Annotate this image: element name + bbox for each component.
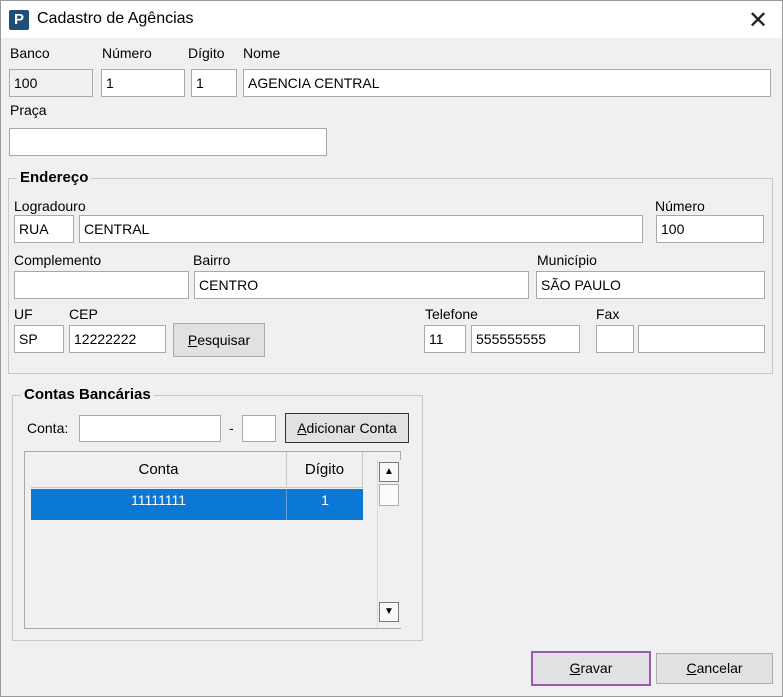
table-row[interactable]: 11111111 1 — [31, 489, 363, 520]
app-logo-icon: P — [9, 10, 29, 30]
municipio-label: Município — [537, 252, 597, 268]
nome-label: Nome — [243, 45, 281, 61]
telefone-ddd-field[interactable]: 11 — [424, 325, 466, 353]
close-icon[interactable]: ✕ — [739, 4, 777, 36]
numero-label: Número — [102, 45, 152, 61]
numero-field[interactable]: 1 — [101, 69, 185, 97]
digito-field[interactable]: 1 — [191, 69, 237, 97]
cep-label: CEP — [69, 306, 98, 322]
municipio-field[interactable]: SÃO PAULO — [536, 271, 765, 299]
window-title: Cadastro de Agências — [37, 10, 194, 27]
conta-field[interactable] — [79, 415, 221, 442]
end-numero-field[interactable]: 100 — [656, 215, 764, 243]
conta-dash: - — [229, 420, 234, 436]
scroll-thumb[interactable] — [379, 484, 399, 506]
cadastro-agencias-window: P Cadastro de Agências ✕ Banco Número Dí… — [0, 0, 783, 697]
pesquisar-button[interactable]: Pesquisar — [173, 323, 265, 357]
adicionar-conta-button[interactable]: Adicionar Conta — [285, 413, 409, 443]
uf-label: UF — [14, 306, 33, 322]
fax-field[interactable] — [638, 325, 765, 353]
conta-label: Conta: — [27, 420, 69, 436]
end-numero-label: Número — [655, 198, 705, 214]
uf-field[interactable]: SP — [14, 325, 64, 353]
bairro-field[interactable]: CENTRO — [194, 271, 529, 299]
grid-header-conta[interactable]: Conta — [31, 452, 287, 488]
cell-conta: 11111111 — [31, 489, 287, 520]
scroll-down-icon[interactable]: ▼ — [379, 602, 399, 622]
conta-digito-field[interactable] — [242, 415, 276, 442]
complemento-label: Complemento — [14, 252, 102, 268]
endereco-group-title: Endereço — [17, 169, 92, 186]
bairro-label: Bairro — [193, 252, 231, 268]
complemento-field[interactable] — [14, 271, 189, 299]
banco-field: 100 — [9, 69, 93, 97]
gravar-button[interactable]: Gravar — [531, 651, 651, 686]
logradouro-field[interactable]: CENTRAL — [79, 215, 643, 243]
praca-label: Praça — [10, 102, 47, 118]
telefone-label: Telefone — [425, 306, 478, 322]
contas-grid[interactable]: Conta Dígito 11111111 1 ▲ ▼ — [24, 451, 402, 629]
cancelar-button[interactable]: Cancelar — [656, 653, 773, 684]
nome-field[interactable]: AGENCIA CENTRAL — [243, 69, 771, 97]
scroll-up-icon[interactable]: ▲ — [379, 462, 399, 482]
logradouro-label: Logradouro — [14, 198, 86, 214]
grid-header-digito[interactable]: Dígito — [287, 452, 363, 488]
fax-ddd-field[interactable] — [596, 325, 634, 353]
contas-bancarias-group-title: Contas Bancárias — [21, 386, 154, 403]
grid-scrollbar[interactable]: ▲ ▼ — [377, 460, 402, 628]
digito-label: Dígito — [188, 45, 225, 61]
praca-field[interactable] — [9, 128, 327, 156]
cep-field[interactable]: 12222222 — [69, 325, 166, 353]
title-bar: P Cadastro de Agências ✕ — [1, 1, 782, 38]
logradouro-tipo-field[interactable]: RUA — [14, 215, 74, 243]
fax-label: Fax — [596, 306, 620, 322]
telefone-field[interactable]: 555555555 — [471, 325, 580, 353]
cell-digito: 1 — [321, 492, 329, 508]
banco-label: Banco — [10, 45, 50, 61]
